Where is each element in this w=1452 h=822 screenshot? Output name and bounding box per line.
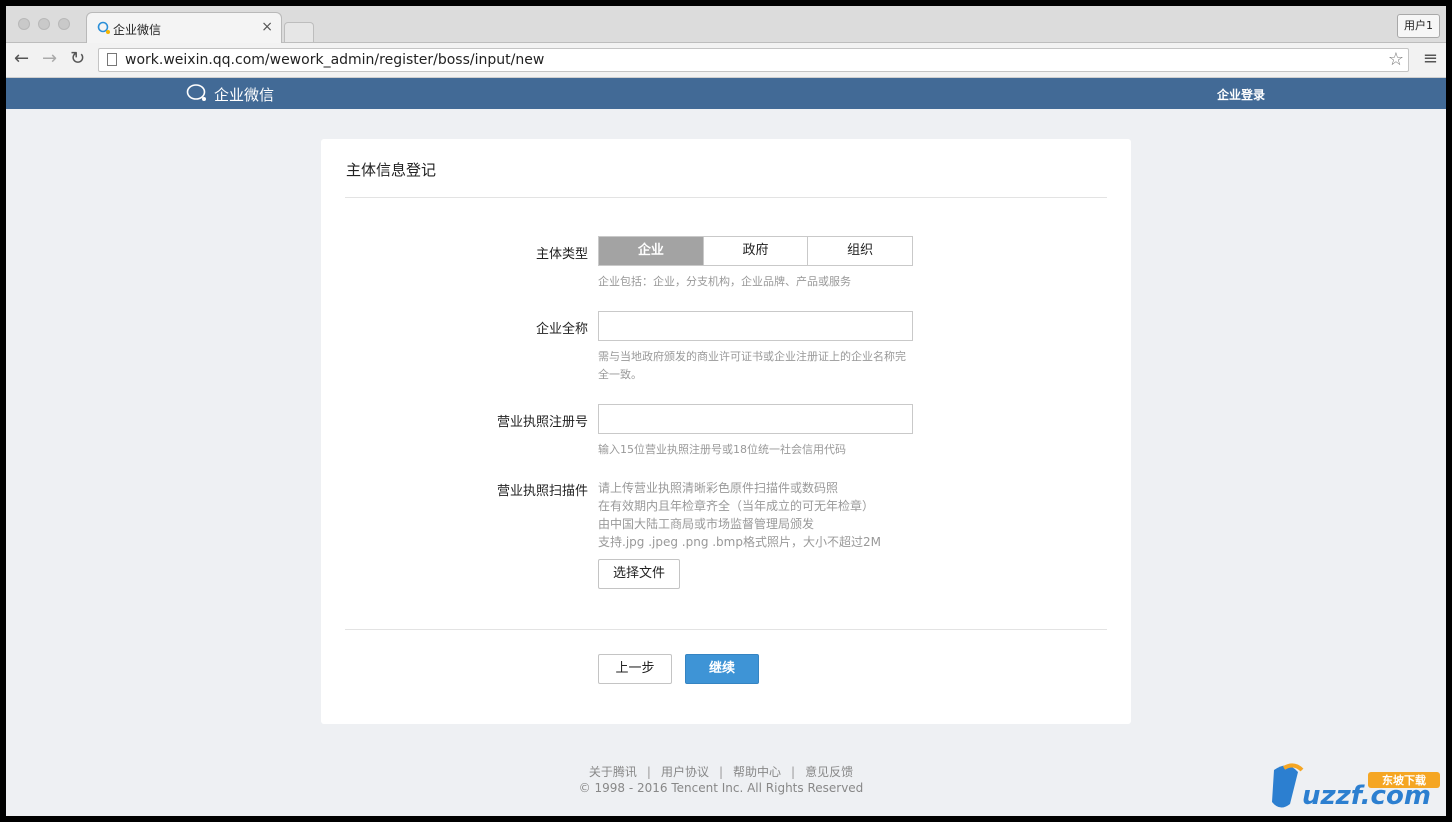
page-title: 主体信息登记 xyxy=(346,161,437,179)
footer-links: 关于腾讯 | 用户协议 | 帮助中心 | 意见反馈 xyxy=(6,763,1436,780)
new-tab-button[interactable] xyxy=(284,22,314,42)
tab-strip: 企业微信 × 用户1 xyxy=(6,6,1446,43)
license-scan-label: 营业执照扫描件 xyxy=(496,484,588,499)
tab-close-icon[interactable]: × xyxy=(261,19,273,35)
browser-toolbar: ← → ↻ work.weixin.qq.com/wework_admin/re… xyxy=(6,43,1446,78)
entity-type-option-organization[interactable]: 组织 xyxy=(808,237,912,265)
star-icon[interactable]: ☆ xyxy=(1388,49,1404,70)
site-logo-text[interactable]: 企业微信 xyxy=(214,84,274,105)
entity-type-hint: 企业包括：企业，分支机构，企业品牌、产品或服务 xyxy=(598,275,851,288)
footer-separator: | xyxy=(646,765,651,779)
site-header: 企业微信 企业登录 xyxy=(6,78,1446,109)
license-scan-hint-line: 由中国大陆工商局或市场监督管理局颁发 xyxy=(598,517,815,531)
wework-logo-icon xyxy=(186,84,206,101)
arrow-right-icon[interactable]: → xyxy=(42,49,57,69)
wework-icon xyxy=(97,21,110,34)
continue-button[interactable]: 继续 xyxy=(685,654,759,684)
license-number-hint: 输入15位营业执照注册号或18位统一社会信用代码 xyxy=(598,443,846,456)
title-divider xyxy=(345,197,1107,198)
tab-title: 企业微信 xyxy=(113,23,162,37)
browser-window: 企业微信 × 用户1 ← → ↻ work.weixin.qq.com/wewo… xyxy=(6,6,1446,816)
profile-button[interactable]: 用户1 xyxy=(1397,14,1440,38)
uzzf-watermark-logo: 东坡下载 uzzf.com xyxy=(1272,763,1440,811)
previous-step-button[interactable]: 上一步 xyxy=(598,654,672,684)
actions-divider xyxy=(345,629,1107,630)
license-scan-hint-line: 支持.jpg .jpeg .png .bmp格式照片，大小不超过2M xyxy=(598,535,881,549)
entity-type-option-enterprise[interactable]: 企业 xyxy=(599,237,704,265)
footer-link-about[interactable]: 关于腾讯 xyxy=(589,765,637,779)
address-bar[interactable]: work.weixin.qq.com/wework_admin/register… xyxy=(98,48,1409,72)
watermark-text: uzzf.com xyxy=(1302,781,1431,811)
entity-type-option-government[interactable]: 政府 xyxy=(704,237,809,265)
footer-link-feedback[interactable]: 意见反馈 xyxy=(805,765,853,779)
license-scan-hint-line: 在有效期内且年检章齐全（当年成立的可无年检章） xyxy=(598,499,875,513)
license-scan-hint-line: 请上传营业执照清晰彩色原件扫描件或数码照 xyxy=(598,481,839,495)
close-window-button[interactable] xyxy=(18,18,30,30)
entity-type-label: 主体类型 xyxy=(535,247,588,262)
license-scan-hints: 请上传营业执照清晰彩色原件扫描件或数码照 在有效期内且年检章齐全（当年成立的可无… xyxy=(598,479,918,551)
copyright-text: © 1998 - 2016 Tencent Inc. All Rights Re… xyxy=(578,781,864,795)
page-icon xyxy=(107,53,117,66)
footer-link-agreement[interactable]: 用户协议 xyxy=(661,765,709,779)
license-number-label: 营业执照注册号 xyxy=(496,415,588,430)
hamburger-menu-icon[interactable]: ≡ xyxy=(1423,48,1438,69)
reload-icon[interactable]: ↻ xyxy=(70,49,85,69)
choose-file-button[interactable]: 选择文件 xyxy=(598,559,680,589)
footer-link-help[interactable]: 帮助中心 xyxy=(733,765,781,779)
url-text[interactable]: work.weixin.qq.com/wework_admin/register… xyxy=(125,52,544,68)
zoom-window-button[interactable] xyxy=(58,18,70,30)
footer-separator: | xyxy=(791,765,796,779)
company-name-field[interactable] xyxy=(598,311,913,341)
company-name-hint: 需与当地政府颁发的商业许可证书或企业注册证上的企业名称完全一致。 xyxy=(598,350,906,381)
entity-type-selector: 企业 政府 组织 xyxy=(598,236,913,266)
license-number-field[interactable] xyxy=(598,404,913,434)
browser-tab[interactable]: 企业微信 × xyxy=(86,12,282,43)
registration-card: 主体信息登记 主体类型 企业 政府 组织 企业包括：企业，分支机构，企业品牌、产… xyxy=(321,139,1131,724)
enterprise-login-link[interactable]: 企业登录 xyxy=(1217,86,1265,103)
footer-separator: | xyxy=(718,765,724,779)
minimize-window-button[interactable] xyxy=(38,18,50,30)
company-name-label: 企业全称 xyxy=(535,322,588,337)
arrow-left-icon[interactable]: ← xyxy=(14,49,29,69)
